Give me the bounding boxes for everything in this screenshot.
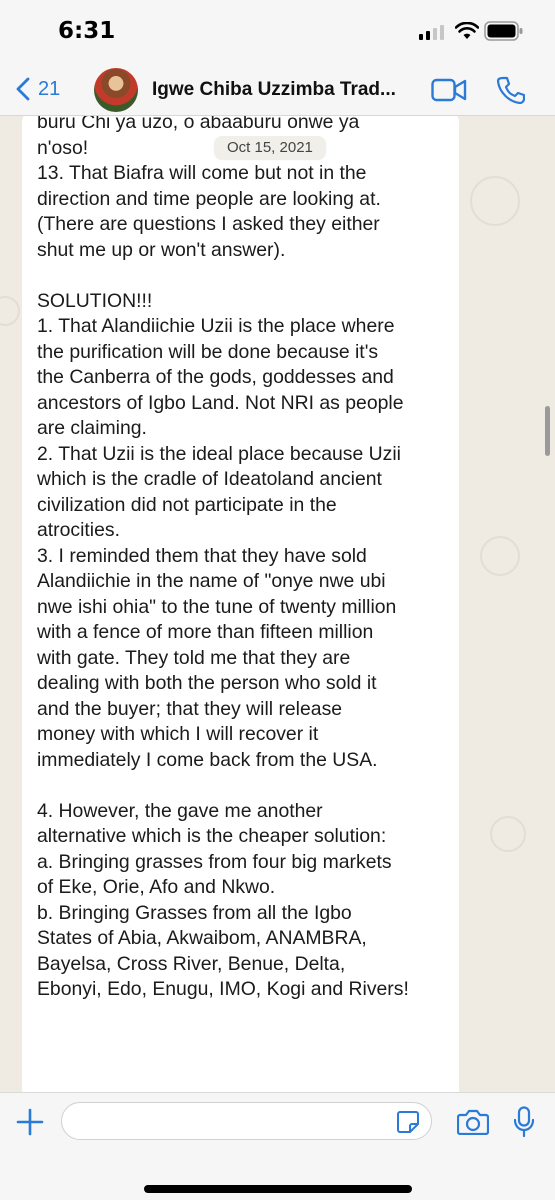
wallpaper-doodle [490, 816, 526, 852]
date-chip: Oct 15, 2021 [214, 136, 326, 159]
message-input[interactable] [61, 1102, 432, 1140]
signal-icon [419, 25, 444, 40]
video-camera-icon[interactable] [431, 78, 467, 102]
wallpaper-doodle [480, 536, 520, 576]
avatar[interactable] [94, 68, 138, 112]
wifi-icon [455, 22, 479, 39]
plus-icon[interactable] [16, 1108, 44, 1136]
status-bar: 6:31 [0, 0, 555, 62]
unread-count: 21 [38, 77, 61, 100]
sticker-icon[interactable] [396, 1110, 420, 1134]
chat-title[interactable]: Igwe Chiba Uzzimba Trad... [152, 79, 422, 101]
back-button[interactable]: 21 [16, 74, 60, 104]
message-bubble[interactable]: buru Chi ya uzo, o abaaburu onwe ya n'os… [22, 116, 459, 1092]
battery-icon [484, 21, 523, 41]
chat-header: 21 Igwe Chiba Uzzimba Trad... [0, 62, 555, 116]
camera-icon[interactable] [457, 1109, 489, 1135]
wallpaper-doodle [470, 176, 520, 226]
chevron-left-icon [16, 77, 30, 101]
microphone-icon[interactable] [513, 1106, 535, 1138]
home-indicator [144, 1185, 412, 1193]
chat-area[interactable]: buru Chi ya uzo, o abaaburu onwe ya n'os… [0, 116, 555, 1092]
input-bar [0, 1092, 555, 1200]
status-time: 6:31 [58, 18, 116, 44]
message-text: buru Chi ya uzo, o abaaburu onwe ya n'os… [37, 116, 409, 1000]
scroll-indicator[interactable] [545, 406, 550, 456]
phone-icon[interactable] [497, 76, 525, 104]
wallpaper-doodle [0, 296, 20, 326]
